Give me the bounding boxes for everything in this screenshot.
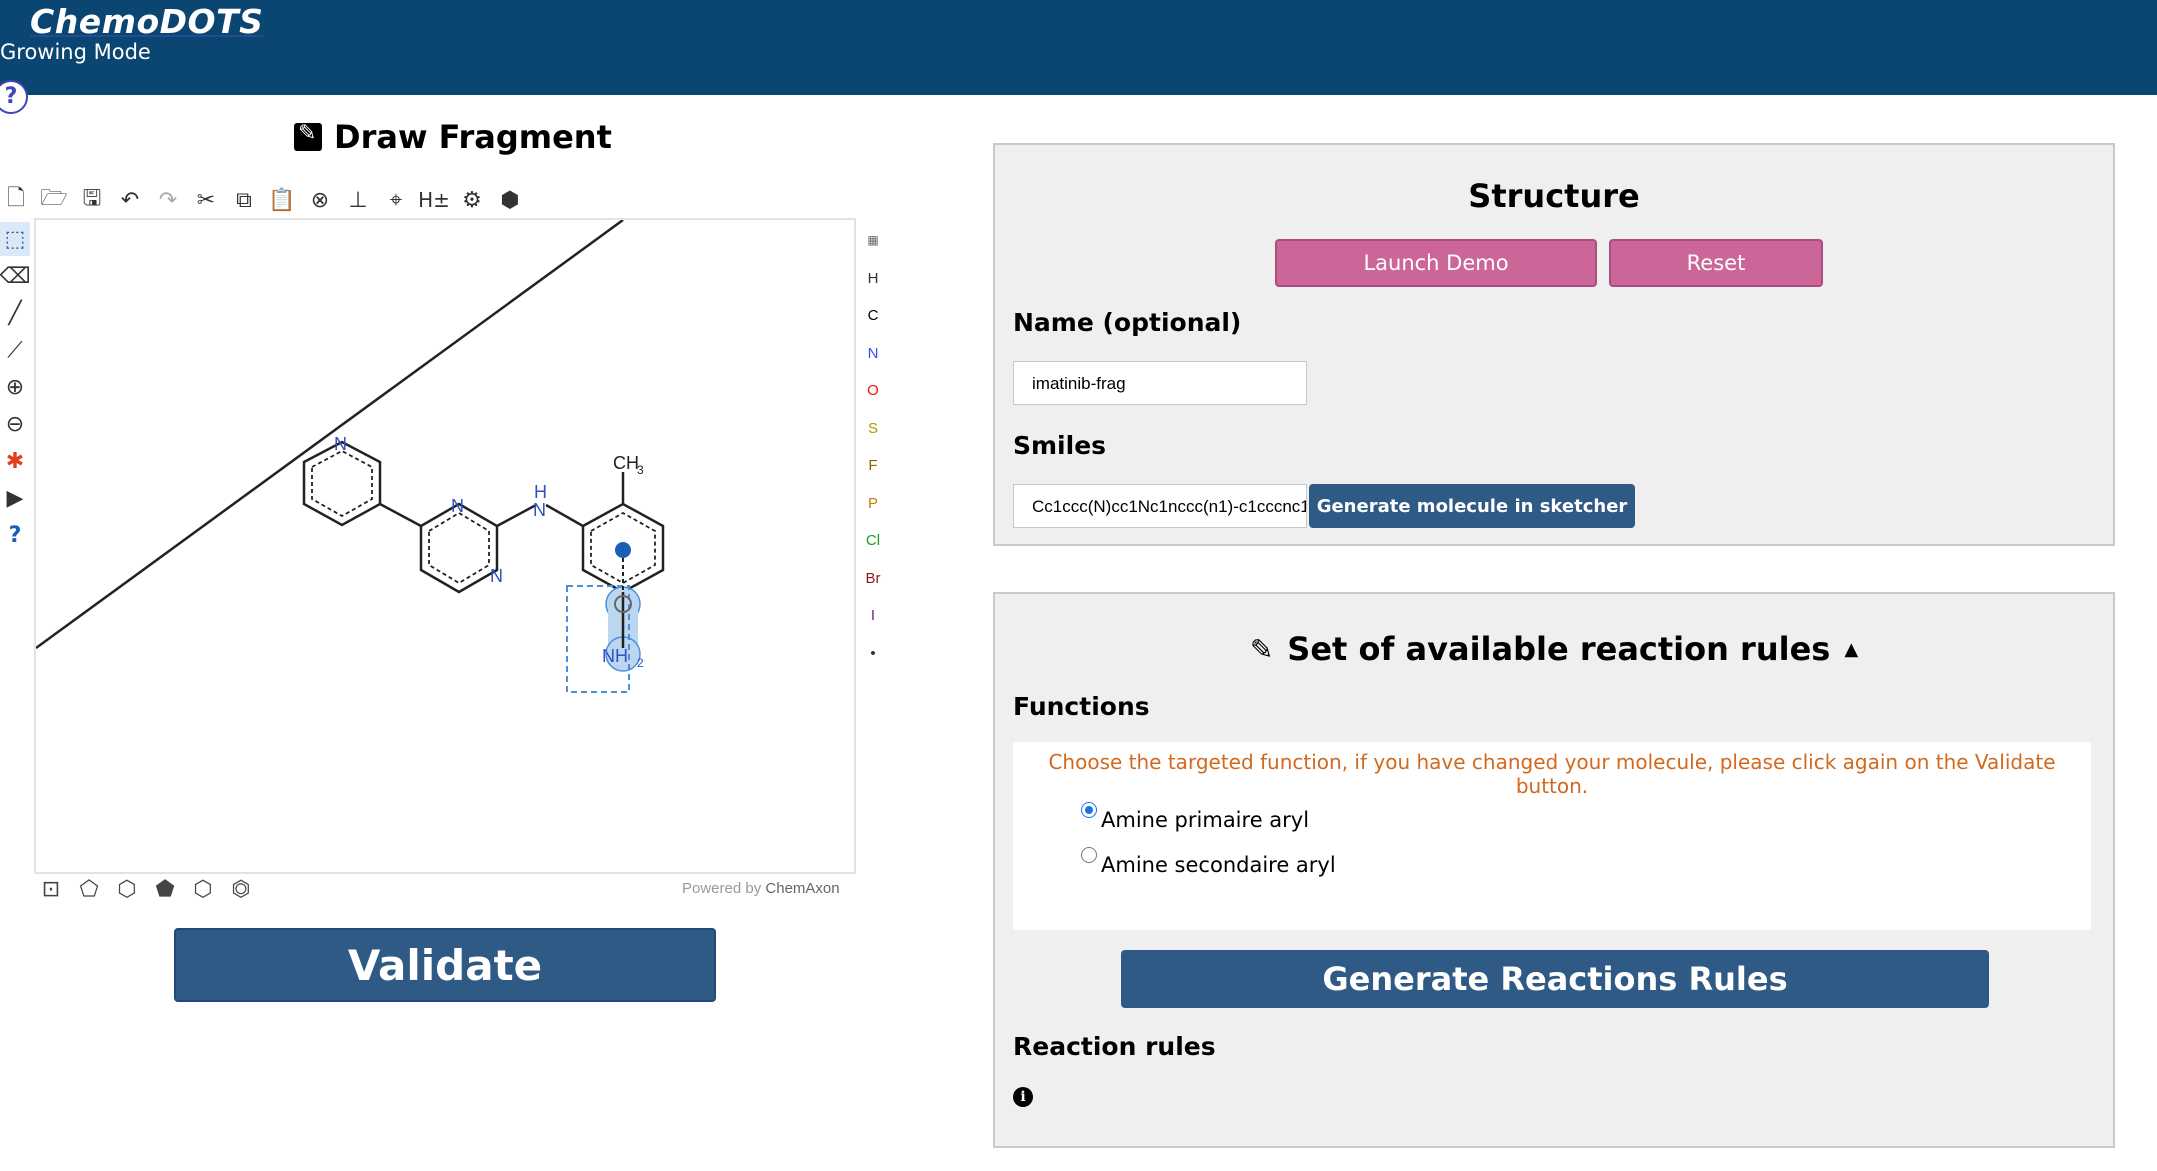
square-icon[interactable]: ⬡ — [114, 876, 140, 902]
hydrogens-icon[interactable]: H± — [418, 186, 450, 214]
reaction-rules-label: Reaction rules — [1013, 1032, 1216, 1061]
pyrimidine-n1-label: N — [451, 496, 464, 516]
powered-brand[interactable]: ChemAxon — [765, 880, 839, 897]
pyridine-n-label: N — [334, 434, 347, 454]
function-option[interactable]: Amine secondaire aryl — [1081, 847, 1336, 877]
save-icon[interactable]: 🖫 — [78, 186, 106, 214]
nh2-subscript: 2 — [637, 656, 644, 670]
help-icon[interactable]: ? — [0, 518, 30, 552]
single-bond-icon[interactable]: ╱ — [0, 296, 30, 330]
periodic-table-icon[interactable]: ▦ — [858, 222, 888, 260]
name-input[interactable]: imatinib-frag — [1013, 361, 1307, 405]
function-option-label: Amine secondaire aryl — [1101, 853, 1336, 877]
redo-icon[interactable]: ↷ — [154, 186, 182, 214]
settings-icon[interactable]: ⚙ — [458, 186, 486, 214]
positive-charge-icon[interactable]: ⊕ — [0, 370, 30, 404]
atom-f[interactable]: F — [858, 447, 888, 485]
atom-br[interactable]: Br — [858, 560, 888, 598]
rules-title[interactable]: ✎ Set of available reaction rules ▲ — [995, 630, 2113, 668]
generate-molecule-button[interactable]: Generate molecule in sketcher — [1309, 484, 1635, 528]
clean-2d-icon[interactable]: ⊥ — [344, 186, 372, 214]
cut-icon[interactable]: ✂ — [192, 186, 220, 214]
functions-box: Choose the targeted function, if you hav… — [1013, 742, 2091, 930]
periodic-atom-bar: ▦ H C N O S F P Cl Br I • — [858, 222, 888, 672]
copy-icon[interactable]: ⧉ — [230, 186, 258, 214]
hexagon-icon[interactable]: ⬡ — [190, 876, 216, 902]
help-icon[interactable]: ? — [0, 80, 28, 114]
new-file-icon[interactable]: 🗋 — [2, 186, 30, 214]
atom-c[interactable]: C — [858, 297, 888, 335]
function-option-label: Amine primaire aryl — [1101, 808, 1310, 832]
open-icon[interactable]: 🗁 — [40, 186, 68, 214]
sketcher-bottom-toolbar: ⊡ ⬠ ⬡ ⬟ ⬡ ⏣ — [38, 876, 254, 902]
methyl-subscript: 3 — [637, 463, 644, 477]
reaction-rules-panel: ✎ Set of available reaction rules ▲ Func… — [993, 592, 2115, 1148]
pencil-icon: ✎ — [1249, 632, 1274, 666]
app-brand[interactable]: ChemoDOTS — [30, 2, 264, 41]
clean-3d-icon[interactable]: ⌖ — [382, 186, 410, 214]
methyl-label: CH — [613, 453, 639, 473]
paste-icon[interactable]: 📋 — [268, 186, 296, 214]
functions-instruction: Choose the targeted function, if you hav… — [1048, 750, 2056, 798]
edit-icon — [294, 121, 322, 151]
nh2-label: NH — [602, 646, 628, 666]
radio-unselected[interactable] — [1081, 847, 1097, 863]
pentagon-icon[interactable]: ⬟ — [152, 876, 178, 902]
zoom-icon[interactable]: ⊗ — [306, 186, 334, 214]
atom-i[interactable]: I — [858, 597, 888, 635]
caret-up-icon[interactable]: ▲ — [1844, 639, 1858, 660]
molecule-structure[interactable]: N N N H N NH 2 CH 3 — [36, 220, 854, 872]
smiles-input[interactable]: Cc1ccc(N)cc1Nc1nccc(n1)-c1cccnc1 — [1013, 484, 1307, 528]
smiles-label: Smiles — [1013, 431, 1107, 460]
app-header: ChemoDOTS Growing Mode — [0, 0, 2157, 95]
draw-fragment-label: Draw Fragment — [334, 118, 612, 156]
atom-h[interactable]: H — [858, 260, 888, 298]
atom-n[interactable]: N — [858, 335, 888, 373]
structure-panel: Structure Launch Demo Reset Name (option… — [993, 143, 2115, 546]
mode-label: Growing Mode — [0, 40, 151, 64]
info-icon[interactable]: i — [1013, 1087, 1033, 1107]
powered-prefix: Powered by — [682, 880, 762, 897]
sketcher-left-toolbar: ⬚ ⌫ ╱ ⟋ ⊕ ⊖ ✱ ▶ ? — [0, 222, 34, 555]
undo-icon[interactable]: ↶ — [116, 186, 144, 214]
select-icon[interactable]: ⬚ — [0, 222, 30, 256]
launch-demo-button[interactable]: Launch Demo — [1275, 239, 1597, 287]
structure-title: Structure — [1468, 177, 1640, 215]
chain-icon[interactable]: ⟋ — [0, 333, 30, 367]
amine-h-label: H — [534, 482, 547, 502]
reaction-arrow-icon[interactable]: ▶ — [0, 481, 30, 515]
pyrimidine-n2-label: N — [490, 566, 503, 586]
validate-button[interactable]: Validate — [174, 928, 716, 1002]
benzene-icon[interactable]: ⏣ — [228, 876, 254, 902]
sketcher-top-toolbar: 🗋 🗁 🖫 ↶ ↷ ✂ ⧉ 📋 ⊗ ⊥ ⌖ H± ⚙ ⬢ — [2, 183, 524, 217]
atom-s[interactable]: S — [858, 410, 888, 448]
pyrrole-icon[interactable]: ⬠ — [76, 876, 102, 902]
amine-n-label: N — [533, 500, 546, 520]
draw-fragment-title: Draw Fragment — [294, 118, 612, 156]
atom-cl[interactable]: Cl — [858, 522, 888, 560]
template-icon[interactable]: ⊡ — [38, 876, 64, 902]
function-option[interactable]: Amine primaire aryl — [1081, 802, 1310, 832]
functions-label: Functions — [1013, 692, 1150, 721]
radio-selected[interactable] — [1081, 802, 1097, 818]
info-icon[interactable]: ⬢ — [496, 186, 524, 214]
generate-reaction-rules-button[interactable]: Generate Reactions Rules — [1121, 950, 1989, 1008]
molecule-canvas[interactable]: N N N H N NH 2 CH 3 — [34, 218, 856, 874]
reset-button[interactable]: Reset — [1609, 239, 1823, 287]
rgroup-icon[interactable]: ✱ — [0, 444, 30, 478]
rules-title-label: Set of available reaction rules — [1287, 630, 1831, 668]
powered-by: Powered by ChemAxon — [682, 880, 840, 897]
name-label: Name (optional) — [1013, 308, 1242, 337]
negative-charge-icon[interactable]: ⊖ — [0, 407, 30, 441]
erase-icon[interactable]: ⌫ — [0, 259, 31, 293]
atom-o[interactable]: O — [858, 372, 888, 410]
atom-dot[interactable]: • — [858, 635, 888, 673]
atom-p[interactable]: P — [858, 485, 888, 523]
